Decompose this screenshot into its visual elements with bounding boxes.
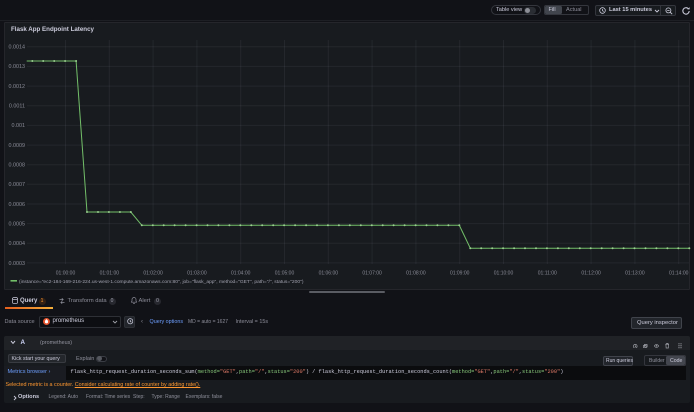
svg-text:01:13:00: 01:13:00 <box>625 271 645 277</box>
svg-text:01:11:00: 01:11:00 <box>538 271 557 277</box>
svg-text:0.0004: 0.0004 <box>9 241 26 247</box>
svg-text:01:10:00: 01:10:00 <box>494 271 514 277</box>
svg-text:01:00:00: 01:00:00 <box>56 271 76 277</box>
svg-text:01:03:00: 01:03:00 <box>187 271 207 277</box>
svg-text:01:09:00: 01:09:00 <box>450 271 470 277</box>
svg-text:0.0008: 0.0008 <box>9 163 26 169</box>
svg-text:0.0011: 0.0011 <box>9 104 25 110</box>
svg-text:01:08:00: 01:08:00 <box>406 271 426 277</box>
svg-text:01:02:00: 01:02:00 <box>143 271 163 277</box>
svg-text:0.001: 0.001 <box>12 123 26 129</box>
svg-text:0.0013: 0.0013 <box>9 64 26 70</box>
svg-text:(instance="ec2-184-169-216-224: (instance="ec2-184-169-216-224.us-west-1… <box>19 279 304 285</box>
svg-text:01:06:00: 01:06:00 <box>319 271 339 277</box>
svg-text:01:01:00: 01:01:00 <box>100 271 120 277</box>
svg-text:0.0007: 0.0007 <box>9 182 26 188</box>
svg-text:0.0014: 0.0014 <box>9 45 26 51</box>
svg-text:01:05:00: 01:05:00 <box>275 271 295 277</box>
svg-text:01:12:00: 01:12:00 <box>581 271 601 277</box>
svg-text:0.0005: 0.0005 <box>9 221 26 227</box>
svg-text:01:04:00: 01:04:00 <box>231 271 251 277</box>
svg-text:01:14:00: 01:14:00 <box>669 271 689 277</box>
svg-text:0.0003: 0.0003 <box>9 261 26 267</box>
svg-text:01:07:00: 01:07:00 <box>362 271 382 277</box>
svg-text:0.0012: 0.0012 <box>9 84 26 90</box>
svg-text:0.0006: 0.0006 <box>9 202 26 208</box>
svg-text:0.0009: 0.0009 <box>9 143 26 149</box>
